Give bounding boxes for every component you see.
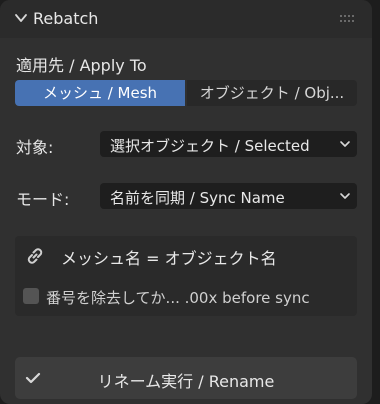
strip-number-label[interactable]: 番号を除去してか... .00x before sync [46, 287, 310, 308]
chevron-down-icon [340, 193, 350, 199]
apply-to-label: 適用先 / Apply To [16, 56, 147, 75]
sync-options-box: メッシュ名 = オブジェクト名 番号を除去してか... .00x before … [15, 236, 357, 316]
mode-label: モード: [16, 190, 70, 209]
rename-button-label: リネーム実行 / Rename [97, 372, 275, 391]
apply-to-mesh-option[interactable]: メッシュ / Mesh [15, 80, 185, 106]
mode-dropdown-value: 名前を同期 / Sync Name [110, 189, 285, 207]
rename-button[interactable]: リネーム実行 / Rename [15, 357, 357, 399]
panel-header[interactable]: Rebatch [0, 0, 372, 38]
drag-handle-icon[interactable] [340, 14, 356, 24]
rebatch-panel: Rebatch 適用先 / Apply To メッシュ / Mesh オブジェク… [0, 0, 372, 404]
apply-to-object-option[interactable]: オブジェクト / Obj... [187, 80, 357, 106]
mode-dropdown[interactable]: 名前を同期 / Sync Name [100, 183, 357, 209]
link-icon [27, 248, 43, 264]
target-label: 対象: [16, 138, 54, 157]
chevron-down-icon[interactable] [14, 11, 28, 25]
target-dropdown[interactable]: 選択オブジェクト / Selected [100, 131, 357, 157]
target-dropdown-value: 選択オブジェクト / Selected [110, 137, 310, 155]
panel-title: Rebatch [33, 9, 99, 28]
sync-description: メッシュ名 = オブジェクト名 [61, 249, 277, 268]
chevron-down-icon [340, 141, 350, 147]
strip-number-checkbox[interactable] [23, 288, 39, 304]
